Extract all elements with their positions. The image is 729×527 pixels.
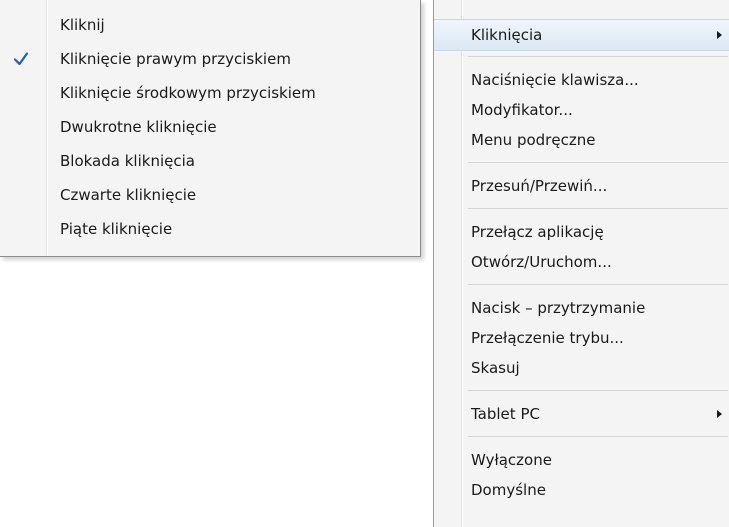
menu-item-przelaczenie-trybu[interactable]: Przełączenie trybu... — [434, 323, 729, 353]
menu-separator — [468, 162, 728, 163]
submenu-item-klikniecie-srodkowym-przyciskiem[interactable]: Kliknięcie środkowym przyciskiem — [0, 76, 420, 110]
submenu-item-label: Blokada kliknięcia — [60, 152, 195, 170]
submenu-item-label: Kliknięcie środkowym przyciskiem — [60, 84, 316, 102]
menu-item-label: Otwórz/Uruchom... — [471, 253, 612, 271]
menu-item-przelacz-aplikacje[interactable]: Przełącz aplikację — [434, 217, 729, 247]
menu-item-label: Domyślne — [471, 481, 546, 499]
menu-separator — [468, 208, 728, 209]
menu-item-label: Kliknięcia — [471, 26, 543, 44]
menu-item-label: Przełącz aplikację — [471, 223, 604, 241]
submenu-item-label: Dwukrotne kliknięcie — [60, 118, 217, 136]
menu-separator — [468, 284, 728, 285]
submenu-item-label: Kliknięcie prawym przyciskiem — [60, 50, 291, 68]
menu-separator — [468, 436, 728, 437]
menu-separator — [468, 390, 728, 391]
checkmark-icon — [13, 52, 29, 66]
chevron-right-icon — [717, 31, 722, 39]
submenu-item-piate-klikniecie[interactable]: Piąte kliknięcie — [0, 212, 420, 246]
menu-item-wylaczone[interactable]: Wyłączone — [434, 445, 729, 475]
menu-item-nacisniecie-klawisza[interactable]: Naciśnięcie klawisza... — [434, 65, 729, 95]
clicks-submenu: Kliknij Kliknięcie prawym przyciskiem Klik… — [0, 0, 421, 257]
menu-item-skasuj[interactable]: Skasuj — [434, 353, 729, 383]
menu-item-label: Przesuń/Przewiń... — [471, 177, 608, 195]
chevron-right-icon — [717, 410, 722, 418]
menu-item-modyfikator[interactable]: Modyfikator... — [434, 95, 729, 125]
menu-item-label: Przełączenie trybu... — [471, 329, 624, 347]
submenu-item-czwarte-klikniecie[interactable]: Czwarte kliknięcie — [0, 178, 420, 212]
menu-separator — [468, 56, 728, 57]
menu-item-label: Tablet PC — [471, 405, 540, 423]
submenu-item-kliknij[interactable]: Kliknij — [0, 8, 420, 42]
menu-item-otworz-uruchom[interactable]: Otwórz/Uruchom... — [434, 247, 729, 277]
menu-item-klikniecia[interactable]: Kliknięcia — [434, 19, 729, 51]
menu-item-nacisk-przytrzymanie[interactable]: Nacisk – przytrzymanie — [434, 293, 729, 323]
menu-item-label: Naciśnięcie klawisza... — [471, 71, 639, 89]
menu-item-label: Wyłączone — [471, 451, 552, 469]
menu-item-domyslne[interactable]: Domyślne — [434, 475, 729, 505]
submenu-item-klikniecie-prawym-przyciskiem[interactable]: Kliknięcie prawym przyciskiem — [0, 42, 420, 76]
submenu-item-blokada-klikniecia[interactable]: Blokada kliknięcia — [0, 144, 420, 178]
context-menu: Kliknięcia Naciśnięcie klawisza... Modyfik… — [433, 0, 729, 527]
menu-item-tablet-pc[interactable]: Tablet PC — [434, 399, 729, 429]
menu-item-menu-podreczne[interactable]: Menu podręczne — [434, 125, 729, 155]
menu-item-przesun-przewin[interactable]: Przesuń/Przewiń... — [434, 171, 729, 201]
menu-item-label: Menu podręczne — [471, 131, 596, 149]
submenu-item-dwukrotne-klikniecie[interactable]: Dwukrotne kliknięcie — [0, 110, 420, 144]
submenu-item-label: Kliknij — [60, 16, 105, 34]
menu-item-label: Nacisk – przytrzymanie — [471, 299, 646, 317]
submenu-item-label: Piąte kliknięcie — [60, 220, 173, 238]
menu-item-label: Modyfikator... — [471, 101, 573, 119]
menu-item-label: Skasuj — [471, 359, 520, 377]
submenu-item-label: Czwarte kliknięcie — [60, 186, 197, 204]
